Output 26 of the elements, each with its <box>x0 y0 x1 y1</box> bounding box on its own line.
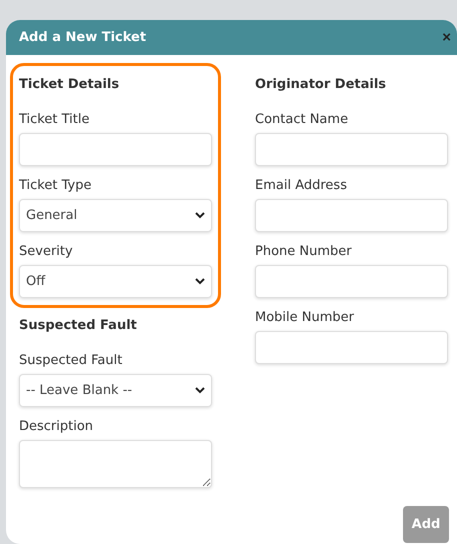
select-dropdown[interactable]: General <box>19 199 212 232</box>
field-label: Ticket Title <box>19 111 90 129</box>
section-heading: Ticket Details <box>19 76 120 94</box>
text-field[interactable] <box>255 133 448 166</box>
dialog-title: Add a New Ticket <box>19 30 146 45</box>
field-label: Mobile Number <box>255 309 355 327</box>
chevron-down-icon <box>195 278 205 285</box>
close-button[interactable]: × <box>440 30 453 45</box>
field-label: Email Address <box>255 177 348 195</box>
text-field[interactable] <box>255 199 448 232</box>
chevron-down-icon <box>195 387 205 394</box>
section-heading: Suspected Fault <box>19 317 138 335</box>
field-label: Phone Number <box>255 243 353 261</box>
select-dropdown[interactable]: -- Leave Blank -- <box>19 374 212 407</box>
field-label: Suspected Fault <box>19 352 124 370</box>
chevron-down-icon <box>195 212 205 219</box>
field-label: Description <box>19 418 94 436</box>
select-dropdown[interactable]: Off <box>19 265 212 298</box>
section-heading: Originator Details <box>255 76 388 94</box>
text-field[interactable] <box>255 331 448 364</box>
field-label: Ticket Type <box>19 177 92 195</box>
field-label: Severity <box>19 243 74 261</box>
text-field[interactable] <box>19 133 212 166</box>
text-area[interactable] <box>19 440 212 488</box>
text-field[interactable] <box>255 265 448 298</box>
field-label: Contact Name <box>255 111 350 129</box>
